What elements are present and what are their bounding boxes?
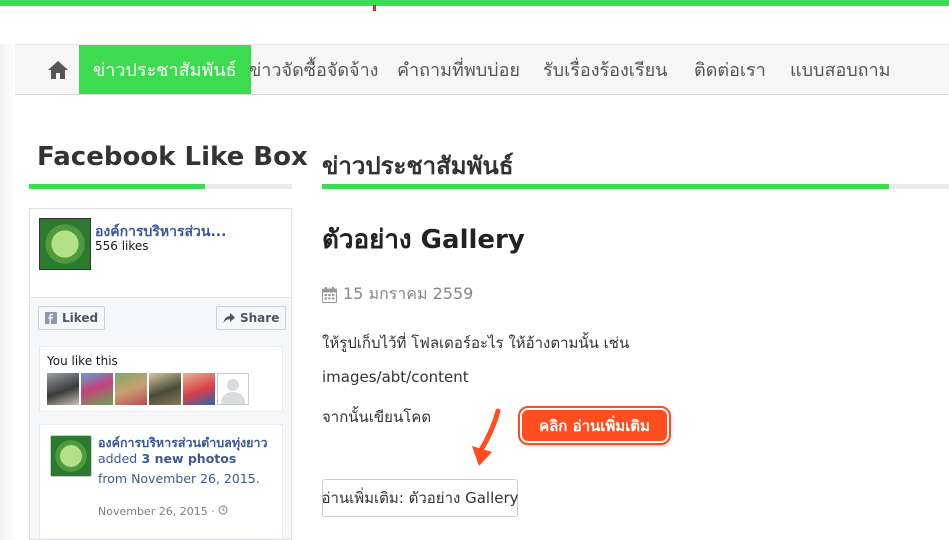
post-date[interactable]: November 26, 2015 · bbox=[98, 505, 215, 518]
post-date-line: November 26, 2015 · bbox=[98, 505, 228, 518]
liked-button-label: Liked bbox=[62, 311, 99, 325]
article-date: 15 มกราคม 2559 bbox=[322, 282, 473, 307]
nav-item-procurement[interactable]: ข่าวจัดซื้อจัดจ้าง bbox=[235, 45, 392, 94]
friend-avatars bbox=[47, 373, 249, 405]
you-like-this-label: You like this bbox=[47, 354, 118, 368]
article-title[interactable]: ตัวอย่าง Gallery bbox=[322, 219, 525, 260]
nav-item-survey[interactable]: แบบสอบถาม bbox=[776, 45, 905, 94]
facebook-action-bar: Liked Share bbox=[30, 297, 291, 342]
friend-avatar[interactable] bbox=[81, 373, 113, 405]
article-paragraph: จากนั้นเขียนโคด bbox=[322, 408, 432, 426]
share-arrow-icon bbox=[223, 312, 235, 323]
post-author-logo[interactable] bbox=[50, 435, 92, 477]
sidebar-heading-underline bbox=[29, 184, 292, 189]
friend-avatar[interactable] bbox=[47, 373, 79, 405]
section-heading: ข่าวประชาสัมพันธ์ bbox=[322, 152, 514, 180]
friend-avatar[interactable] bbox=[149, 373, 181, 405]
nav-item-news[interactable]: ข่าวประชาสัมพันธ์ bbox=[79, 45, 251, 94]
facebook-like-count: 556 likes bbox=[95, 239, 149, 253]
nav-item-complaints[interactable]: รับเรื่องร้องเรียน bbox=[529, 45, 681, 94]
globe-icon bbox=[218, 505, 228, 515]
nav-item-contact[interactable]: ติดต่อเรา bbox=[680, 45, 780, 94]
main-navbar: ข่าวประชาสัมพันธ์ ข่าวจัดซื้อจัดจ้าง คำถ… bbox=[15, 44, 949, 95]
post-author-link[interactable]: องค์การบริหารส่วนตำบลทุ่งยาว bbox=[98, 435, 268, 450]
top-accent-bar bbox=[0, 0, 949, 6]
annotation-arrow-icon bbox=[472, 408, 501, 466]
article-date-text: 15 มกราคม 2559 bbox=[343, 284, 474, 303]
calendar-icon bbox=[322, 286, 337, 303]
sidebar-heading: Facebook Like Box bbox=[37, 142, 308, 172]
article-paragraph: images/abt/content bbox=[322, 368, 469, 386]
default-avatar-icon bbox=[221, 379, 245, 404]
friend-avatar[interactable] bbox=[217, 373, 249, 405]
facebook-f-icon bbox=[45, 312, 57, 324]
article-paragraph: ให้รูปเก็บไว้ที่ โฟลเดอร์อะไร ให้อ้างตาม… bbox=[322, 334, 630, 352]
facebook-post-card: องค์การบริหารส่วนตำบลทุ่งยาว added 3 new… bbox=[39, 424, 283, 539]
page-left-shadow bbox=[0, 44, 15, 540]
share-button-label: Share bbox=[240, 311, 280, 325]
post-from-text: from November 26, 2015. bbox=[98, 471, 260, 486]
home-icon bbox=[48, 60, 68, 79]
share-button[interactable]: Share bbox=[216, 306, 287, 330]
post-photos-link[interactable]: 3 new photos bbox=[142, 451, 237, 466]
top-red-mark bbox=[373, 5, 376, 11]
liked-button[interactable]: Liked bbox=[38, 306, 106, 330]
friend-avatar[interactable] bbox=[183, 373, 215, 405]
post-action-text: added bbox=[98, 451, 138, 466]
facebook-like-box: องค์การบริหารส่วน... 556 likes Liked Sha… bbox=[29, 208, 292, 540]
facebook-feed-area: You like this องค์การบริหารส่วนตำบลทุ่งย… bbox=[30, 342, 291, 539]
read-more-button[interactable]: อ่านเพิ่มเติม: ตัวอย่าง Gallery bbox=[321, 479, 519, 517]
nav-home-link[interactable] bbox=[39, 45, 77, 94]
post-header: องค์การบริหารส่วนตำบลทุ่งยาว added 3 new… bbox=[98, 435, 278, 467]
friend-avatar[interactable] bbox=[115, 373, 147, 405]
nav-item-faq[interactable]: คำถามที่พบบ่อย bbox=[383, 45, 534, 94]
annotation-callout: คลิก อ่านเพิ่มเติม bbox=[518, 406, 671, 445]
facebook-page-logo[interactable] bbox=[39, 218, 91, 270]
section-heading-underline bbox=[322, 184, 949, 189]
you-like-this-card: You like this bbox=[39, 346, 283, 412]
